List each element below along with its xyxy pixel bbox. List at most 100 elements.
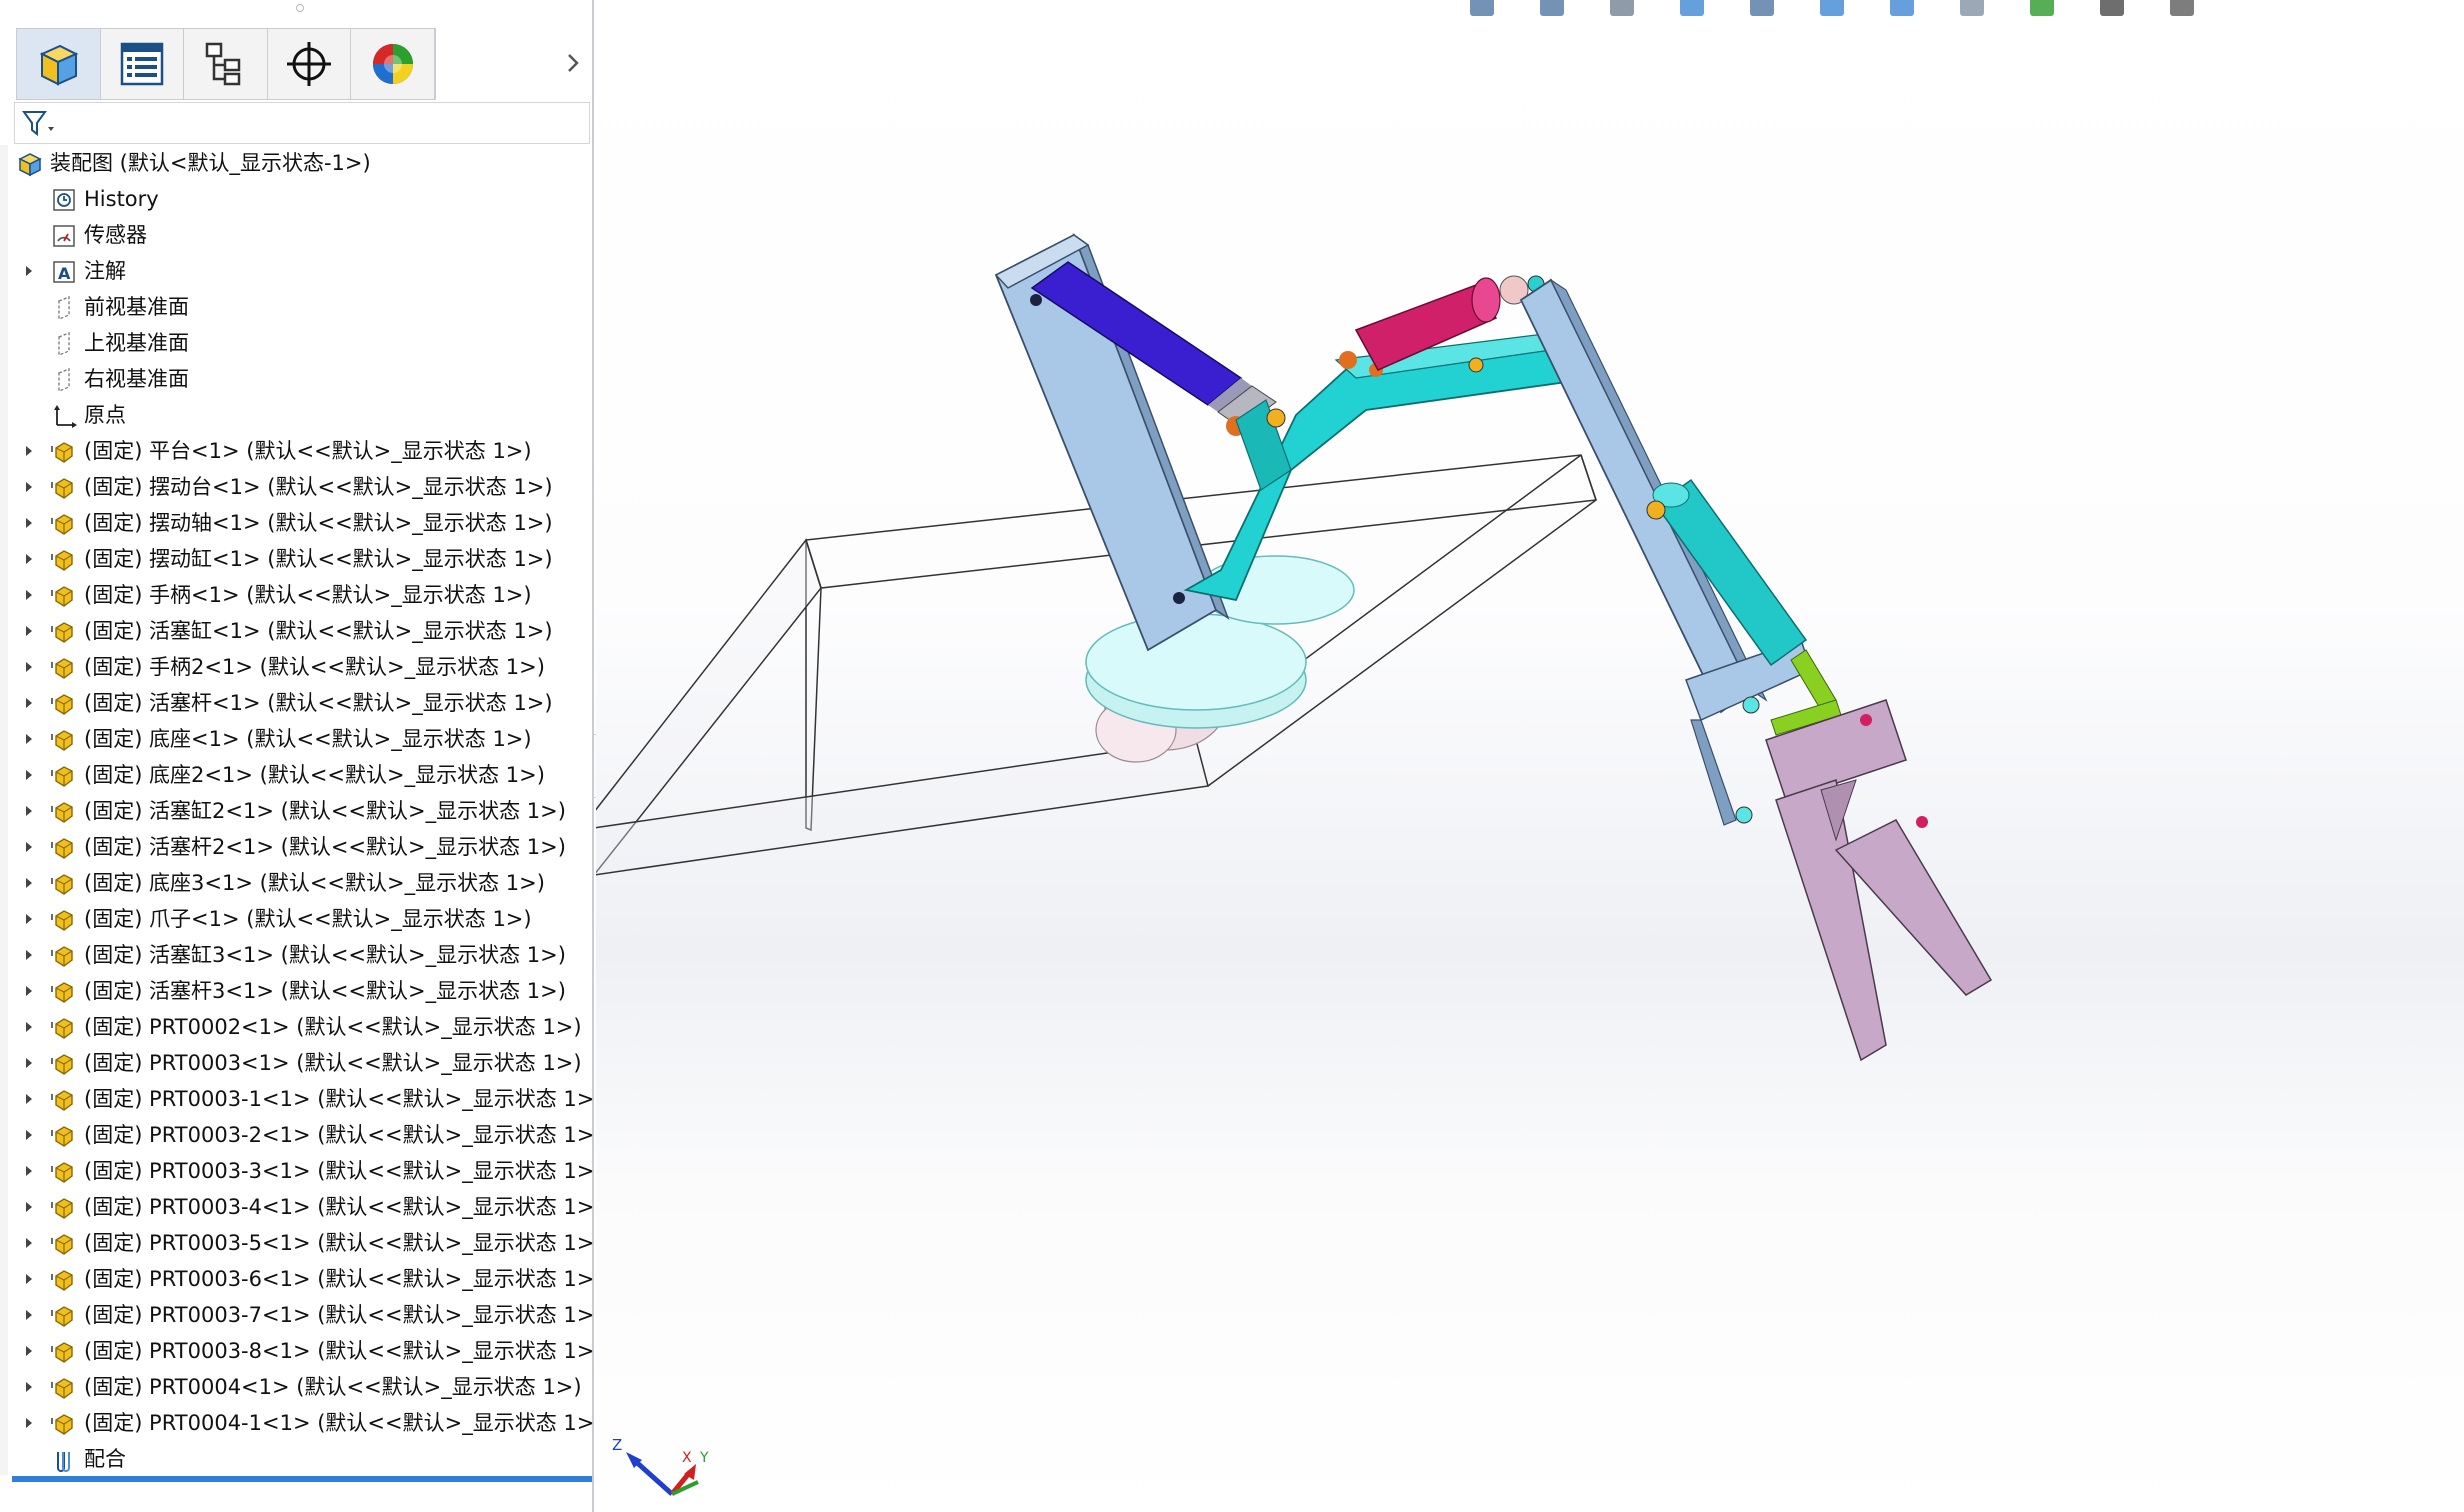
expand-arrow-icon[interactable]: [22, 973, 36, 1009]
tree-item[interactable]: (固定) 活塞杆2<1> (默认<<默认>_显示状态 1>): [0, 829, 590, 865]
expand-arrow-icon[interactable]: [22, 829, 36, 865]
tree-item[interactable]: (固定) PRT0004-1<1> (默认<<默认>_显示状态 1>): [0, 1405, 603, 1441]
chevron-right-icon[interactable]: [560, 46, 586, 80]
part-icon: [50, 1338, 78, 1366]
tree-item[interactable]: History: [0, 181, 590, 217]
featuremanager-tab[interactable]: [17, 29, 101, 99]
part-icon: [50, 834, 78, 862]
expand-arrow-icon[interactable]: [22, 541, 36, 577]
tree-item[interactable]: (固定) PRT0003-5<1> (默认<<默认>_显示状态 1>): [0, 1225, 603, 1261]
expand-arrow-icon[interactable]: [22, 1369, 36, 1405]
tree-item[interactable]: (固定) PRT0003-8<1> (默认<<默认>_显示状态 1>): [0, 1333, 603, 1369]
filter-icon[interactable]: [21, 109, 57, 139]
plane-icon: [50, 366, 78, 394]
expand-arrow-icon[interactable]: [22, 253, 36, 289]
expand-arrow-icon[interactable]: [22, 901, 36, 937]
tree-item[interactable]: 上视基准面: [0, 325, 590, 361]
expand-arrow-icon[interactable]: [22, 649, 36, 685]
part-icon: [50, 438, 78, 466]
robot-arm-model[interactable]: [596, 0, 2464, 1512]
tree-item[interactable]: (固定) PRT0003-1<1> (默认<<默认>_显示状态 1>): [0, 1081, 603, 1117]
expand-arrow-icon[interactable]: [22, 1189, 36, 1225]
tree-item[interactable]: (固定) PRT0004<1> (默认<<默认>_显示状态 1>): [0, 1369, 590, 1405]
tree-item-label: (固定) PRT0004-1<1> (默认<<默认>_显示状态 1>): [84, 1411, 603, 1435]
tree-item[interactable]: (固定) 手柄2<1> (默认<<默认>_显示状态 1>): [0, 649, 590, 685]
tree-item-label: (固定) 活塞缸2<1> (默认<<默认>_显示状态 1>): [84, 799, 566, 823]
tree-filter-bar[interactable]: [14, 102, 590, 144]
tree-item[interactable]: 装配图 (默认<默认_显示状态-1>): [0, 145, 590, 181]
expand-arrow-icon[interactable]: [22, 793, 36, 829]
configurationmanager-tab[interactable]: [184, 29, 268, 99]
panel-grip-icon[interactable]: [296, 4, 304, 12]
tree-item-label: (固定) 底座2<1> (默认<<默认>_显示状态 1>): [84, 763, 545, 787]
tree-item-label: (固定) 手柄2<1> (默认<<默认>_显示状态 1>): [84, 655, 545, 679]
tree-item[interactable]: (固定) PRT0003<1> (默认<<默认>_显示状态 1>): [0, 1045, 590, 1081]
tree-item[interactable]: (固定) 底座<1> (默认<<默认>_显示状态 1>): [0, 721, 590, 757]
tree-item[interactable]: (固定) PRT0003-7<1> (默认<<默认>_显示状态 1>): [0, 1297, 603, 1333]
tree-item[interactable]: A 注解: [0, 253, 590, 289]
propertymanager-tab[interactable]: [100, 29, 185, 99]
part-icon: [50, 654, 78, 682]
expand-arrow-icon[interactable]: [22, 721, 36, 757]
tree-item[interactable]: (固定) 活塞杆<1> (默认<<默认>_显示状态 1>): [0, 685, 590, 721]
expand-arrow-icon[interactable]: [22, 1153, 36, 1189]
tree-item[interactable]: (固定) 底座2<1> (默认<<默认>_显示状态 1>): [0, 757, 590, 793]
expand-arrow-icon[interactable]: [22, 1261, 36, 1297]
tree-item[interactable]: 配合: [0, 1441, 590, 1477]
tree-item[interactable]: 前视基准面: [0, 289, 590, 325]
tree-item[interactable]: (固定) 活塞缸2<1> (默认<<默认>_显示状态 1>): [0, 793, 590, 829]
tree-item-label: 上视基准面: [84, 331, 189, 355]
expand-arrow-icon[interactable]: [22, 937, 36, 973]
tree-item[interactable]: (固定) 摆动台<1> (默认<<默认>_显示状态 1>): [0, 469, 590, 505]
tree-item-label: (固定) 爪子<1> (默认<<默认>_显示状态 1>): [84, 907, 532, 931]
expand-arrow-icon[interactable]: [22, 577, 36, 613]
expand-arrow-icon[interactable]: [22, 1405, 36, 1441]
expand-arrow-icon[interactable]: [22, 613, 36, 649]
expand-arrow-icon[interactable]: [22, 757, 36, 793]
tree-item[interactable]: 原点: [0, 397, 590, 433]
expand-arrow-icon[interactable]: [22, 1045, 36, 1081]
dimxpert-tab[interactable]: [267, 29, 352, 99]
expand-arrow-icon[interactable]: [22, 1333, 36, 1369]
part-icon: [50, 1086, 78, 1114]
tree-item[interactable]: (固定) PRT0003-3<1> (默认<<默认>_显示状态 1>): [0, 1153, 603, 1189]
tree-item-label: (固定) 平台<1> (默认<<默认>_显示状态 1>): [84, 439, 532, 463]
tree-item[interactable]: (固定) 平台<1> (默认<<默认>_显示状态 1>): [0, 433, 590, 469]
tree-item-label: (固定) 活塞杆<1> (默认<<默认>_显示状态 1>): [84, 691, 553, 715]
tree-item[interactable]: (固定) PRT0003-4<1> (默认<<默认>_显示状态 1>): [0, 1189, 603, 1225]
tree-item-label: 前视基准面: [84, 295, 189, 319]
tree-item[interactable]: (固定) PRT0002<1> (默认<<默认>_显示状态 1>): [0, 1009, 590, 1045]
tree-item[interactable]: (固定) 活塞缸<1> (默认<<默认>_显示状态 1>): [0, 613, 590, 649]
expand-arrow-icon[interactable]: [22, 433, 36, 469]
graphics-area[interactable]: Z X Y: [596, 0, 2464, 1512]
expand-arrow-icon[interactable]: [22, 1297, 36, 1333]
svg-text:A: A: [58, 264, 71, 283]
tree-item[interactable]: 传感器: [0, 217, 590, 253]
tree-item[interactable]: (固定) 摆动轴<1> (默认<<默认>_显示状态 1>): [0, 505, 590, 541]
expand-arrow-icon[interactable]: [22, 865, 36, 901]
tree-rollback-bar[interactable]: [12, 1476, 592, 1482]
part-icon: [50, 942, 78, 970]
tree-item[interactable]: (固定) PRT0003-6<1> (默认<<默认>_显示状态 1>): [0, 1261, 603, 1297]
tree-item-label: History: [84, 187, 159, 211]
tree-item[interactable]: (固定) 底座3<1> (默认<<默认>_显示状态 1>): [0, 865, 590, 901]
expand-arrow-icon[interactable]: [22, 1009, 36, 1045]
history-icon: [50, 186, 78, 214]
expand-arrow-icon[interactable]: [22, 469, 36, 505]
tree-item[interactable]: (固定) 活塞杆3<1> (默认<<默认>_显示状态 1>): [0, 973, 590, 1009]
appearance-ball-icon: [372, 44, 413, 84]
tree-item[interactable]: (固定) 摆动缸<1> (默认<<默认>_显示状态 1>): [0, 541, 590, 577]
tree-item[interactable]: (固定) 爪子<1> (默认<<默认>_显示状态 1>): [0, 901, 590, 937]
expand-arrow-icon[interactable]: [22, 1225, 36, 1261]
display-manager-tab[interactable]: [351, 29, 435, 99]
tree-item-label: (固定) 底座3<1> (默认<<默认>_显示状态 1>): [84, 871, 545, 895]
tree-item[interactable]: (固定) PRT0003-2<1> (默认<<默认>_显示状态 1>): [0, 1117, 603, 1153]
tree-item[interactable]: (固定) 手柄<1> (默认<<默认>_显示状态 1>): [0, 577, 590, 613]
expand-arrow-icon[interactable]: [22, 505, 36, 541]
tree-item[interactable]: 右视基准面: [0, 361, 590, 397]
feature-manager-tab-bar: [16, 28, 436, 100]
expand-arrow-icon[interactable]: [22, 685, 36, 721]
tree-item[interactable]: (固定) 活塞缸3<1> (默认<<默认>_显示状态 1>): [0, 937, 590, 973]
expand-arrow-icon[interactable]: [22, 1117, 36, 1153]
expand-arrow-icon[interactable]: [22, 1081, 36, 1117]
